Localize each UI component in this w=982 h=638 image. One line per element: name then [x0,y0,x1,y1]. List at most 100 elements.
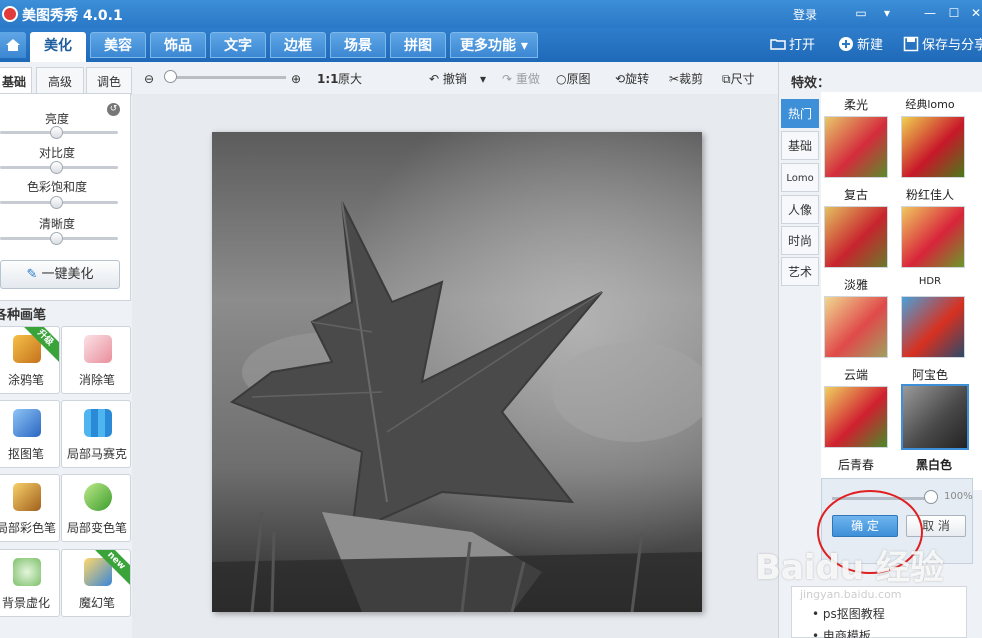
cutout-brush-icon [13,409,41,437]
one-click-beautify-button[interactable]: ✎ 一键美化 [0,260,120,289]
effect-retro-thumb[interactable] [824,206,888,268]
redo-icon: ↷ [502,72,513,86]
save-share-button[interactable]: 保存与分享 [903,36,982,54]
brush-section-title: 各种画笔 [0,308,47,323]
effect-abao-label: 阿宝色 [911,368,948,382]
effect-elegant-label: 淡雅 [843,278,868,292]
tab-text[interactable]: 文字 [210,32,266,58]
open-button[interactable]: 打开 [770,36,815,54]
original-button[interactable]: ○原图 [556,70,591,88]
resize-button[interactable]: ⧉尺寸 [722,70,755,88]
tab-more-features[interactable]: 更多功能 ▾ [450,32,538,58]
cutout-brush-label: 抠图笔 [7,447,44,461]
effect-soft-light-label: 柔光 [843,98,868,112]
effect-soft-light-thumb[interactable] [824,116,888,178]
cat-art[interactable]: 艺术 [781,257,819,286]
zoom-out-icon[interactable]: ⊖ [144,70,154,88]
cat-lomo[interactable]: Lomo [781,163,819,192]
local-color-brush[interactable]: 局部彩色笔 [0,474,60,542]
resize-icon: ⧉ [722,72,731,86]
canvas-area [132,94,778,638]
effect-youth-label: 后青春 [837,458,874,472]
save-share-label: 保存与分享 [922,38,982,53]
left-panel: 基础 高级 调色 ↺ 亮度 对比度 色彩饱和度 清晰度 ✎ 一键美化 各种画笔 … [0,62,132,638]
tab-basic[interactable]: 基础 [0,67,32,95]
effect-cloud-label: 云端 [843,368,868,382]
local-recolor-brush[interactable]: 局部变色笔 [61,474,131,542]
magic-brush[interactable]: new 魔幻笔 [61,549,131,617]
brightness-knob[interactable] [50,126,63,139]
doodle-brush[interactable]: 升级 涂鸦笔 [0,326,60,394]
cat-fashion[interactable]: 时尚 [781,226,819,255]
effect-black-white-thumb[interactable] [901,384,969,450]
home-icon [6,39,20,51]
tab-collage[interactable]: 拼图 [390,32,446,58]
new-button[interactable]: 新建 [838,36,883,54]
redo-button[interactable]: ↷ 重做 [502,70,540,88]
baidu-watermark-url: jingyan.baidu.com [800,588,902,601]
maximize-icon[interactable]: ☐ [946,5,962,21]
effect-pink-lady-label: 粉红佳人 [905,188,954,202]
magic-wand-icon: ✎ [26,267,38,282]
effects-title: 特效： [791,76,831,91]
actual-size-button[interactable]: 原大 [338,70,362,88]
effect-cloud-thumb[interactable] [824,386,888,448]
eraser-brush-label: 消除笔 [78,373,115,387]
cutout-brush[interactable]: 抠图笔 [0,400,60,468]
contrast-knob[interactable] [50,161,63,174]
effect-hdr-thumb[interactable] [901,296,965,358]
tab-decoration[interactable]: 饰品 [150,32,206,58]
tab-advanced[interactable]: 高级 [36,67,84,95]
rotate-button[interactable]: ⟲旋转 [615,70,649,88]
eraser-brush[interactable]: 消除笔 [61,326,131,394]
adjust-tabs: 基础 高级 调色 [0,64,132,95]
zoom-in-icon[interactable]: ⊕ [291,70,301,88]
redo-label: 重做 [515,72,540,86]
zoom-slider[interactable] [168,76,286,79]
effects-grid: 柔光 经典lomo 复古 粉红佳人 淡雅 HDR 云端 阿宝色 后青春 黑白色 [821,92,982,490]
undo-dropdown-icon[interactable]: ▾ [480,70,486,88]
list-item[interactable]: • ps抠图教程 [812,605,885,622]
effect-classic-lomo-thumb[interactable] [901,116,965,178]
tab-color-tone[interactable]: 调色 [86,67,132,95]
undo-icon: ↶ [429,72,440,86]
tab-frame[interactable]: 边框 [270,32,326,58]
tab-scene[interactable]: 场景 [330,32,386,58]
home-button[interactable] [0,32,26,58]
tab-beautify[interactable]: 美化 [30,32,86,62]
login-link[interactable]: 登录 [793,6,817,23]
tab-face[interactable]: 美容 [90,32,146,58]
opacity-value: 100% [944,491,973,502]
opacity-knob[interactable] [924,490,938,504]
effect-hdr-label: HDR [918,276,942,287]
save-icon [903,36,919,52]
menu-dropdown-icon[interactable]: ▾ [879,5,895,21]
effect-retro-label: 复古 [843,188,868,202]
edit-toolbar: ⊖ ⊕ 1:1 原大 ↶ 撤销 ▾ ↷ 重做 ○原图 ⟲旋转 ✂裁剪 ⧉尺寸 [132,62,778,94]
new-label: 新建 [857,38,884,53]
crop-button[interactable]: ✂裁剪 [669,70,703,88]
adjust-panel: ↺ 亮度 对比度 色彩饱和度 清晰度 ✎ 一键美化 [0,93,131,301]
tab-more-label: 更多功能 [460,38,517,54]
effect-pink-lady-thumb[interactable] [901,206,965,268]
list-item[interactable]: • 电商模板 [812,627,871,638]
app-title: 美图秀秀 4.0.1 [22,8,123,24]
background-blur-label: 背景虚化 [1,596,50,610]
cat-basic[interactable]: 基础 [781,131,819,160]
message-icon[interactable]: ▭ [853,5,869,21]
background-blur-brush[interactable]: 背景虚化 [0,549,60,617]
actual-size-ratio[interactable]: 1:1 [317,70,339,88]
zoom-knob[interactable] [164,70,177,83]
mosaic-brush[interactable]: 局部马赛克 [61,400,131,468]
undo-label: 撤销 [442,72,467,86]
cat-hot[interactable]: 热门 [781,99,819,128]
undo-button[interactable]: ↶ 撤销 [429,70,467,88]
close-icon[interactable]: ✕ [968,5,982,21]
photo-preview[interactable] [212,132,702,612]
chevron-down-icon: ▾ [516,38,528,54]
cat-portrait[interactable]: 人像 [781,195,819,224]
minimize-icon[interactable]: — [922,5,938,21]
saturation-knob[interactable] [50,196,63,209]
sharpness-knob[interactable] [50,232,63,245]
effect-elegant-thumb[interactable] [824,296,888,358]
